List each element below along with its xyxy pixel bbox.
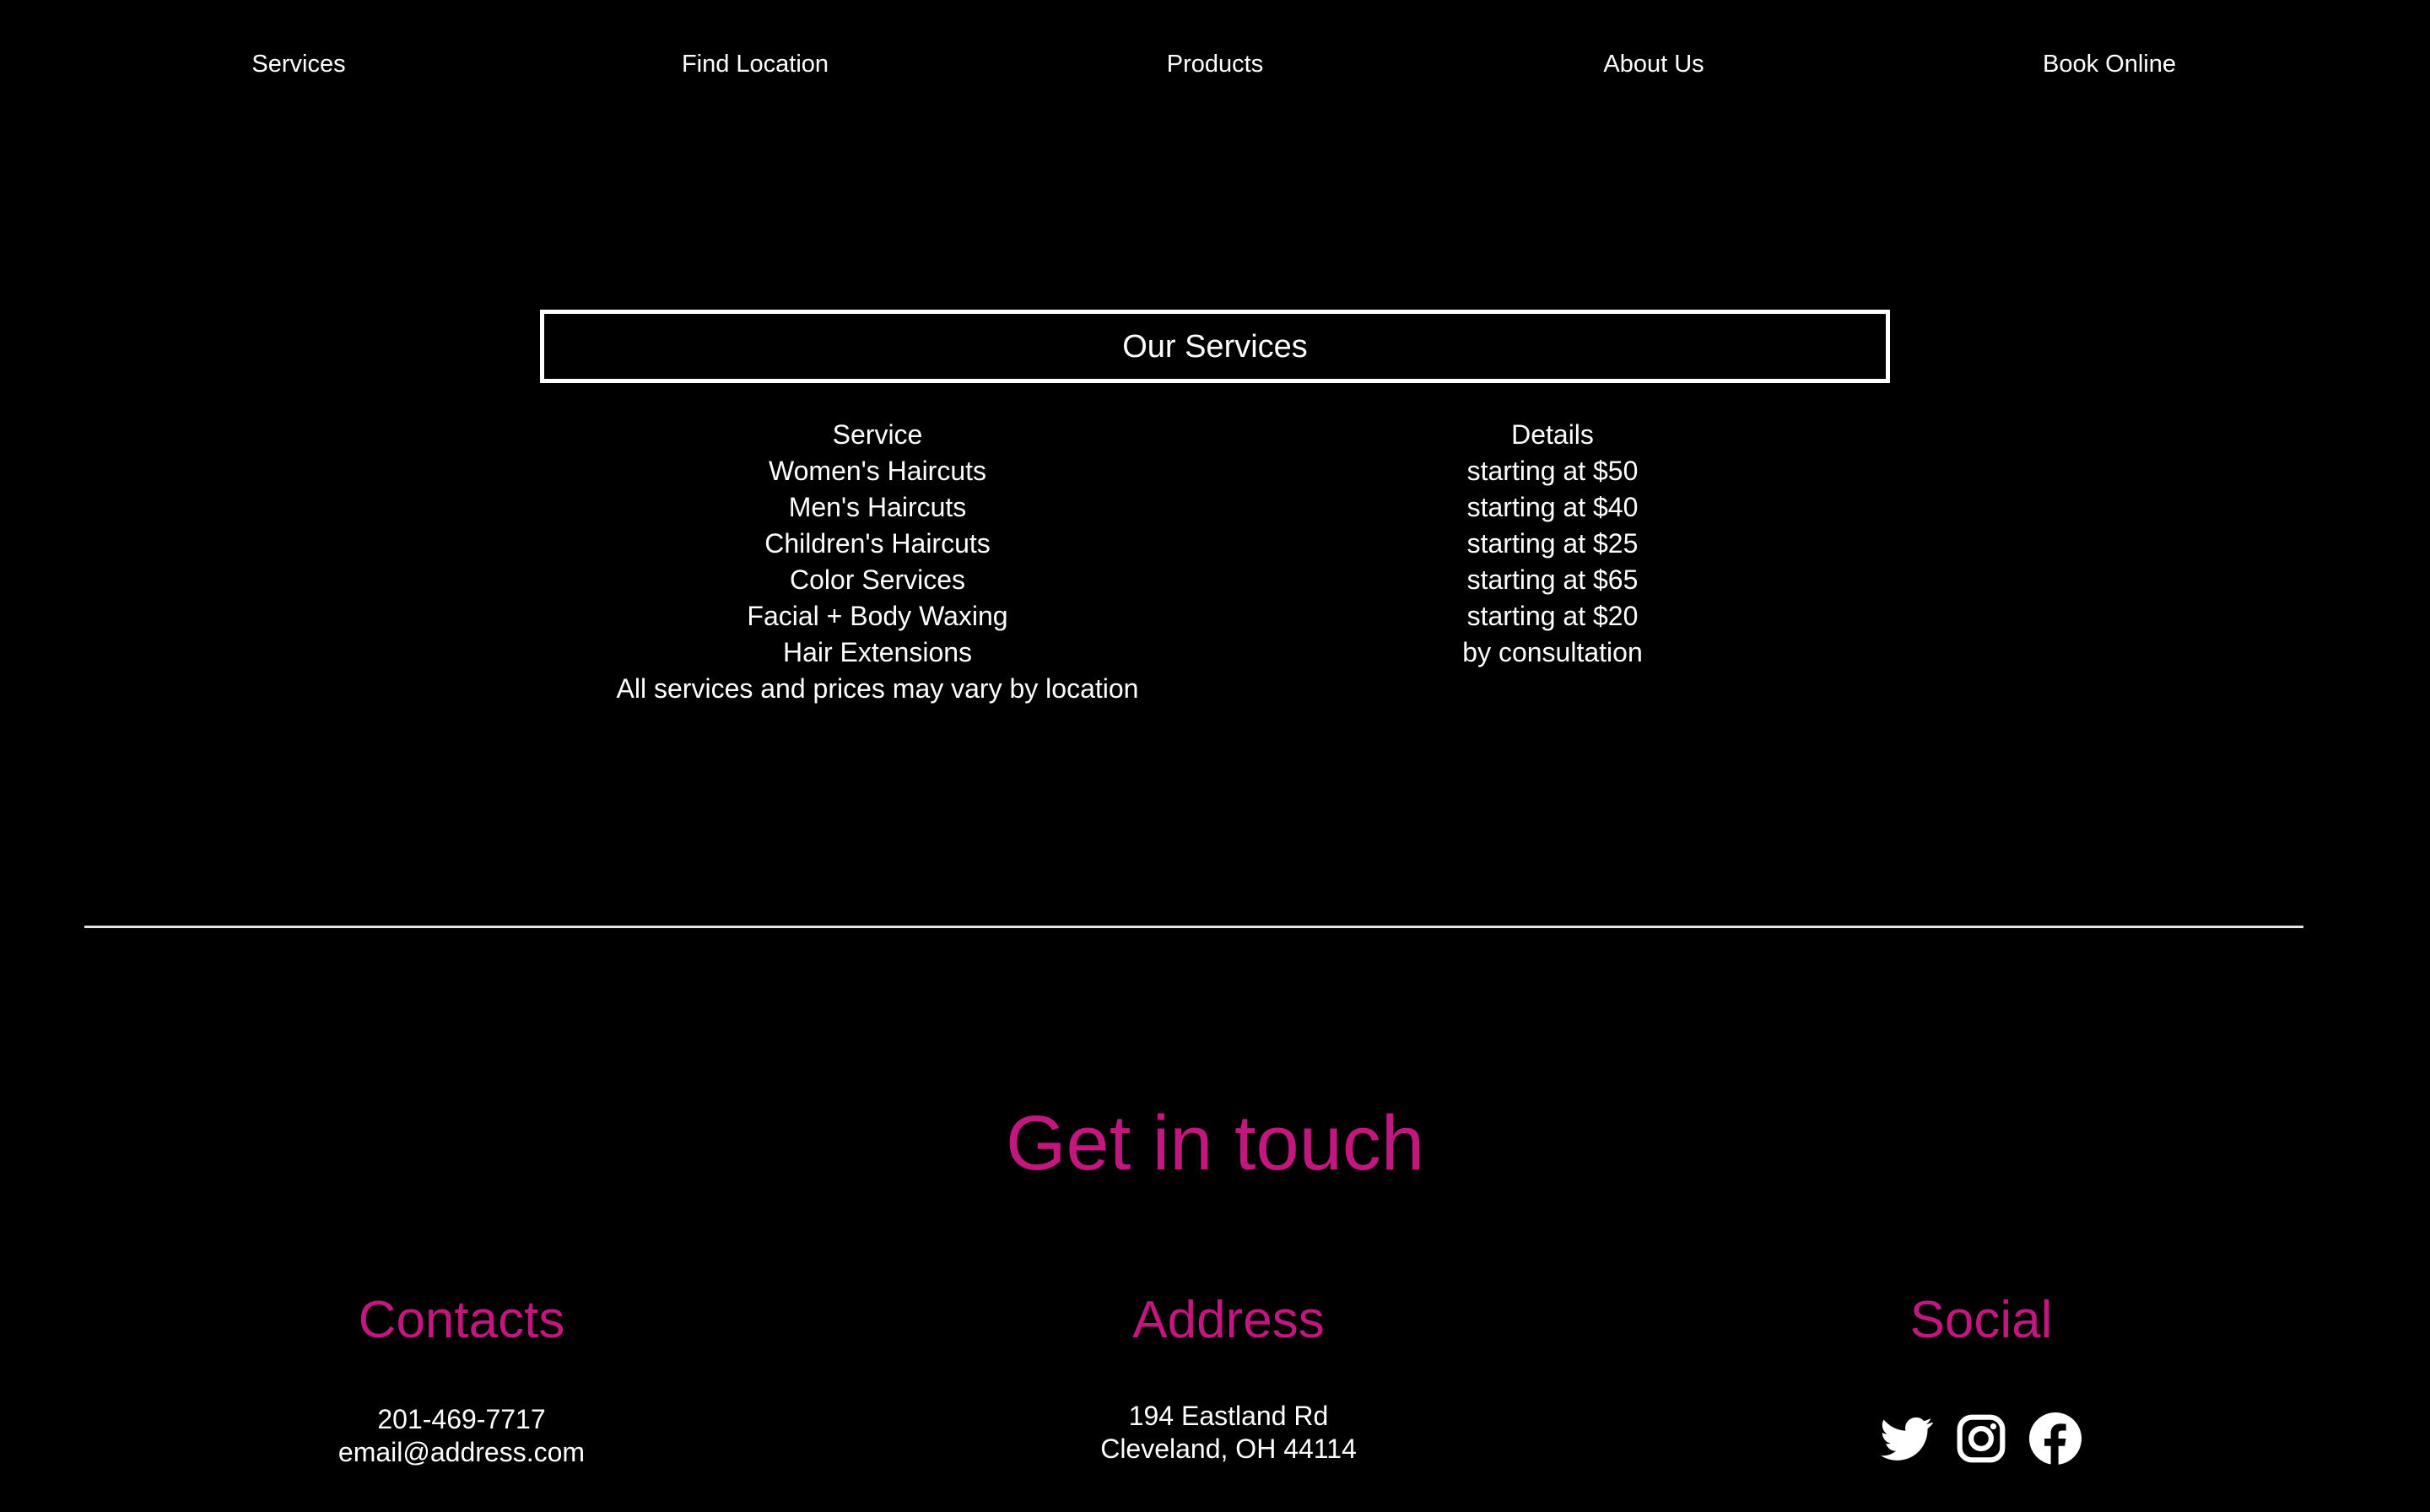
facebook-icon[interactable] <box>2029 1412 2082 1465</box>
service-price: by consultation <box>1462 637 1643 667</box>
details-column: Details starting at $50 starting at $40 … <box>1462 417 1642 671</box>
top-navigation: Services Find Location Products About Us… <box>0 0 2430 130</box>
service-name: Color Services <box>789 564 966 595</box>
service-column: Service Women's Haircuts Men's Haircuts … <box>617 417 1139 707</box>
services-title-box: Our Services <box>540 310 1890 383</box>
social-heading: Social <box>1909 1291 2053 1349</box>
service-price: starting at $25 <box>1466 528 1639 559</box>
service-name: Men's Haircuts <box>788 492 967 522</box>
social-icons <box>1881 1412 2082 1465</box>
section-divider <box>84 926 2303 928</box>
address-heading: Address <box>1132 1291 1325 1349</box>
service-name: Hair Extensions <box>782 637 973 667</box>
nav-link-about-us[interactable]: About Us <box>1603 47 1704 81</box>
nav-link-book-online[interactable]: Book Online <box>2043 47 2176 81</box>
service-name: Women's Haircuts <box>768 456 987 486</box>
address-line-1: 194 Eastland Rd <box>1128 1401 1329 1431</box>
contact-phone[interactable]: 201-469-7717 <box>338 1403 585 1436</box>
service-column-header: Service <box>832 419 923 450</box>
service-price: starting at $20 <box>1466 601 1639 631</box>
address-block: Address 194 Eastland Rd Cleveland, OH 44… <box>1100 1287 1357 1466</box>
get-in-touch-title: Get in touch <box>1005 1100 1425 1186</box>
service-price: starting at $65 <box>1466 564 1639 595</box>
nav-link-find-location[interactable]: Find Location <box>682 47 829 81</box>
instagram-icon[interactable] <box>1955 1412 2007 1465</box>
contacts-block: Contacts 201-469-7717 email@address.com <box>338 1287 585 1469</box>
social-block: Social <box>1910 1287 2053 1354</box>
contact-email[interactable]: email@address.com <box>338 1436 585 1469</box>
contacts-heading: Contacts <box>358 1291 565 1349</box>
services-note: All services and prices may vary by loca… <box>616 673 1139 704</box>
nav-link-products[interactable]: Products <box>1167 47 1263 81</box>
twitter-icon[interactable] <box>1881 1412 1933 1465</box>
services-title: Our Services <box>1122 328 1308 364</box>
service-name: Facial + Body Waxing <box>747 601 1008 631</box>
service-price: starting at $50 <box>1466 456 1639 486</box>
service-name: Children's Haircuts <box>764 528 991 559</box>
nav-link-services[interactable]: Services <box>251 47 345 81</box>
address-line-2: Cleveland, OH 44114 <box>1100 1434 1357 1464</box>
service-price: starting at $40 <box>1466 492 1639 522</box>
details-column-header: Details <box>1511 419 1594 450</box>
